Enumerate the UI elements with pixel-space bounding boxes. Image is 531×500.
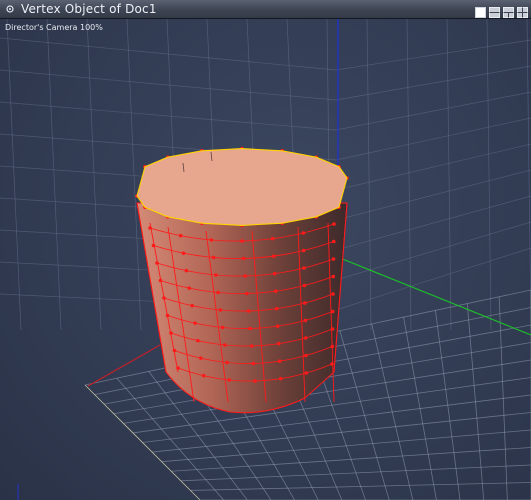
- vertex-point: [302, 283, 307, 288]
- vertex-point: [176, 366, 180, 370]
- vertex-point: [330, 344, 335, 349]
- grid-line: [335, 247, 531, 311]
- camera-label: Director's Camera 100%: [5, 23, 103, 32]
- vertex-point: [253, 379, 257, 383]
- vertex-point: [223, 343, 227, 347]
- vertex-point: [245, 291, 249, 296]
- 3d-viewport[interactable]: Director's Camera 100%: [0, 19, 531, 500]
- vertex-point: [162, 296, 166, 300]
- vertex-point: [304, 353, 308, 358]
- vertex-point: [248, 326, 252, 331]
- vertex-point: [190, 303, 194, 308]
- vertex-point: [303, 318, 308, 323]
- grid-line: [526, 19, 531, 331]
- vertex-point: [331, 257, 336, 261]
- vertex-point: [246, 309, 251, 313]
- vertex-point: [201, 373, 206, 378]
- vertex-point: [332, 222, 336, 226]
- grid-line: [6, 19, 22, 331]
- four-views-button[interactable]: [517, 3, 528, 18]
- vertex-point: [214, 273, 218, 277]
- vertex-point: [303, 336, 308, 340]
- vertex-point: [249, 344, 254, 348]
- vertex-point: [218, 308, 223, 312]
- grid-line: [46, 19, 62, 331]
- x-axis-line: [87, 344, 161, 387]
- vertex-point: [330, 309, 335, 314]
- vertex-point: [272, 271, 277, 276]
- vertex-point: [304, 371, 309, 375]
- vertex-point: [330, 362, 334, 366]
- vertex-point: [196, 338, 200, 343]
- vertex-point: [220, 325, 225, 330]
- vertex-point: [225, 360, 229, 365]
- vertex-point: [270, 236, 275, 241]
- vertex-point: [273, 289, 278, 293]
- window-title: Vertex Object of Doc1: [21, 2, 157, 16]
- vertex-point: [211, 255, 216, 260]
- vertex-point: [227, 378, 232, 382]
- vertex-point: [187, 286, 192, 290]
- vertex-point: [277, 359, 282, 363]
- vertex-point: [169, 331, 173, 335]
- vertex-point: [331, 274, 336, 279]
- grid-line: [406, 19, 412, 331]
- vertex-point: [274, 306, 279, 311]
- vertex-point: [301, 231, 306, 235]
- vertex-point: [151, 243, 156, 248]
- two-views-button[interactable]: [489, 3, 500, 18]
- vertex-point: [148, 226, 152, 230]
- vertex-point: [241, 256, 246, 261]
- grid-line: [446, 19, 452, 331]
- floor-grid-line: [403, 317, 437, 500]
- single-view-button[interactable]: [475, 3, 486, 18]
- vertex-point: [155, 261, 159, 265]
- vertex-point: [278, 376, 283, 381]
- vertex-point: [209, 238, 214, 242]
- vertex-point: [172, 348, 177, 353]
- viewport-scene[interactable]: [0, 19, 531, 500]
- vertex-point: [178, 233, 183, 238]
- vertex-point: [251, 361, 256, 366]
- grid-line: [335, 169, 531, 221]
- grid-line: [335, 221, 531, 281]
- grid-line: [86, 19, 102, 331]
- three-views-button[interactable]: [503, 3, 514, 18]
- view-layout-buttons: [475, 3, 528, 18]
- vertex-point: [243, 274, 248, 278]
- vertex-point: [165, 313, 170, 318]
- grid-line: [335, 65, 531, 101]
- floor-grid-line: [466, 303, 485, 500]
- grid-line: [486, 19, 492, 331]
- vertex-point: [331, 292, 335, 296]
- vertex-point: [302, 266, 306, 270]
- cylinder-object[interactable]: [135, 146, 349, 414]
- window-menu-icon[interactable]: [5, 4, 15, 14]
- window-titlebar[interactable]: Vertex Object of Doc1: [0, 0, 531, 19]
- vertex-point: [276, 341, 281, 346]
- vertex-point: [271, 254, 276, 258]
- vertex-point: [275, 324, 280, 328]
- vertex-point: [158, 278, 163, 283]
- grid-line: [335, 39, 531, 71]
- grid-line: [335, 195, 531, 251]
- vertex-point: [301, 248, 306, 253]
- vertex-point: [184, 268, 189, 273]
- cylinder-top-cap: [136, 148, 348, 226]
- vertex-point: [193, 321, 197, 325]
- vertex-point: [181, 251, 186, 255]
- vertex-point: [303, 301, 307, 305]
- vertex-object-window: Vertex Object of Doc1 Director's Camera …: [0, 0, 531, 500]
- grid-line: [366, 19, 372, 331]
- grid-line: [0, 101, 337, 131]
- vertex-point: [216, 290, 220, 295]
- vertex-point: [330, 327, 335, 331]
- vertex-point: [198, 356, 203, 360]
- grid-line: [126, 19, 142, 331]
- vertex-point: [240, 239, 244, 243]
- grid-line: [335, 143, 531, 191]
- vertex-point: [331, 239, 336, 244]
